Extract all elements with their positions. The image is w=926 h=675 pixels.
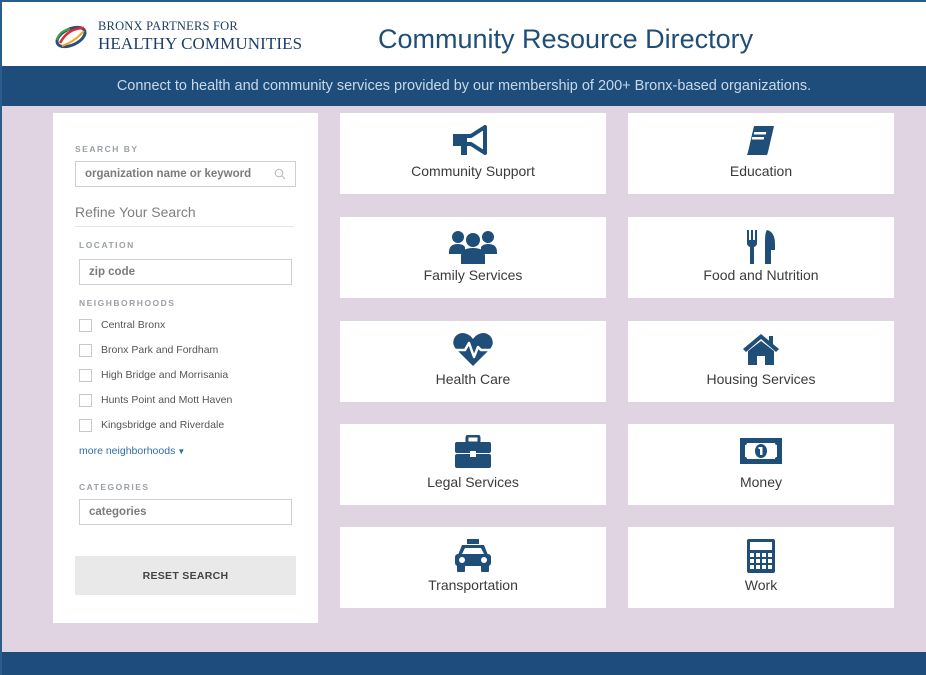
checkbox[interactable] xyxy=(79,343,92,357)
calculator-icon xyxy=(747,539,775,573)
category-card-transportation[interactable]: Transportation xyxy=(340,527,606,608)
site-footer xyxy=(2,652,926,675)
reset-search-button[interactable]: RESET SEARCH xyxy=(75,556,296,595)
heartbeat-icon xyxy=(453,333,493,366)
search-placeholder: organization name or keyword xyxy=(85,168,252,180)
category-label: Community Support xyxy=(411,163,535,179)
money-bill-icon xyxy=(740,438,782,464)
utensils-icon xyxy=(747,230,775,264)
category-card-work[interactable]: Work xyxy=(628,527,894,608)
search-icon[interactable] xyxy=(274,168,286,180)
neighborhood-label: Kingsbridge and Riverdale xyxy=(101,419,225,431)
category-card-education[interactable]: Education xyxy=(628,113,894,194)
briefcase-icon xyxy=(455,435,491,468)
neighborhood-checkbox-kingsbridge-riverdale[interactable]: Kingsbridge and Riverdale xyxy=(79,417,224,433)
checkbox[interactable] xyxy=(79,368,92,382)
neighborhood-label: Hunts Point and Mott Haven xyxy=(101,394,233,406)
neighborhood-label: Bronx Park and Fordham xyxy=(101,344,219,356)
neighborhood-label: High Bridge and Morrisania xyxy=(101,369,229,381)
more-neighborhoods-link[interactable]: more neighborhoods ▼ xyxy=(79,445,185,457)
category-card-health-care[interactable]: Health Care xyxy=(340,321,606,402)
page-frame: BRONX PARTNERS FOR HEALTHY COMMUNITIES C… xyxy=(0,0,926,675)
neighborhood-checkbox-central-bronx[interactable]: Central Bronx xyxy=(79,317,165,333)
checkbox[interactable] xyxy=(79,418,92,432)
category-label: Health Care xyxy=(435,371,511,387)
logo-line2: HEALTHY COMMUNITIES xyxy=(98,33,303,53)
page-title: Community Resource Directory xyxy=(378,24,754,54)
category-card-money[interactable]: Money xyxy=(628,424,894,505)
logo-line1: BRONX PARTNERS FOR xyxy=(98,19,238,33)
refine-divider xyxy=(75,226,294,227)
neighborhood-checkbox-bronx-park-fordham[interactable]: Bronx Park and Fordham xyxy=(79,342,218,358)
category-label: Money xyxy=(739,474,783,490)
zip-code-input[interactable]: zip code xyxy=(79,259,292,285)
neighborhoods-label: NEIGHBORHOODS xyxy=(79,298,176,308)
category-label: Food and Nutrition xyxy=(703,267,819,283)
categories-placeholder: categories xyxy=(89,506,147,518)
category-card-legal-services[interactable]: Legal Services xyxy=(340,424,606,505)
zip-placeholder: zip code xyxy=(89,266,136,278)
category-card-housing-services[interactable]: Housing Services xyxy=(628,321,894,402)
category-card-food-nutrition[interactable]: Food and Nutrition xyxy=(628,217,894,298)
category-card-family-services[interactable]: Family Services xyxy=(340,217,606,298)
categories-label: CATEGORIES xyxy=(79,482,150,492)
users-icon xyxy=(449,231,497,264)
tagline-banner: Connect to health and community services… xyxy=(2,66,926,106)
category-label: Work xyxy=(744,577,778,593)
category-label: Family Services xyxy=(423,267,523,283)
refine-heading: Refine Your Search xyxy=(75,204,196,220)
neighborhood-checkbox-high-bridge-morrisania[interactable]: High Bridge and Morrisania xyxy=(79,367,228,383)
taxi-icon xyxy=(455,539,491,572)
more-neighborhoods-label: more neighborhoods xyxy=(79,445,176,457)
search-sidebar: SEARCH BY organization name or keyword R… xyxy=(53,113,318,623)
home-icon xyxy=(743,334,779,365)
categories-input[interactable]: categories xyxy=(79,499,292,525)
location-label: LOCATION xyxy=(79,240,135,250)
megaphone-icon xyxy=(453,125,487,155)
checkbox[interactable] xyxy=(79,393,92,407)
logo-swoosh-icon xyxy=(55,25,87,48)
category-label: Education xyxy=(729,163,793,179)
checkbox[interactable] xyxy=(79,318,92,332)
category-label: Legal Services xyxy=(427,474,519,490)
search-by-label: SEARCH BY xyxy=(75,144,139,154)
neighborhood-label: Central Bronx xyxy=(101,319,166,331)
search-input[interactable]: organization name or keyword xyxy=(75,161,296,187)
site-logo[interactable]: BRONX PARTNERS FOR HEALTHY COMMUNITIES xyxy=(50,20,302,52)
category-card-community-support[interactable]: Community Support xyxy=(340,113,606,194)
neighborhood-checkbox-hunts-point-mott-haven[interactable]: Hunts Point and Mott Haven xyxy=(79,392,232,408)
book-icon xyxy=(747,126,774,155)
caret-down-icon: ▼ xyxy=(177,447,186,456)
category-label: Housing Services xyxy=(706,371,816,387)
category-label: Transportation xyxy=(428,577,518,593)
